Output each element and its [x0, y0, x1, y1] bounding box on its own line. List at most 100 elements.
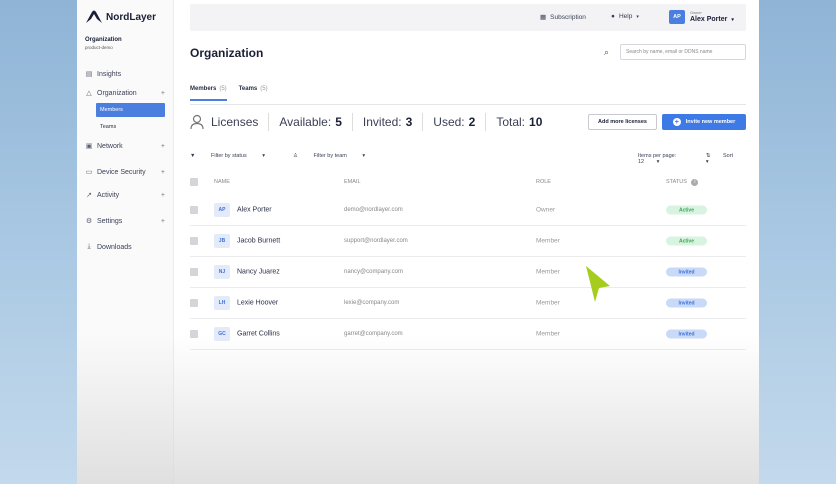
available-count: 5	[335, 115, 342, 129]
member-name[interactable]: Garret Collins	[237, 331, 280, 338]
tab-label: Teams	[238, 86, 258, 92]
avatar: GC	[214, 327, 230, 341]
divider	[485, 113, 487, 131]
filter-status-dropdown[interactable]: ▼ Filter by status ▾	[190, 153, 279, 159]
sort-label: Sort	[722, 153, 734, 159]
sidebar: NordLayer Organization product-demo ▤ In…	[77, 0, 174, 484]
chevron-down-icon: ▾	[656, 159, 660, 165]
chevron-down-icon: ▾	[731, 17, 734, 23]
user-icon	[190, 114, 204, 130]
member-name[interactable]: Jacob Burnett	[237, 238, 280, 245]
table-controls: Items per page: 12 ▾ ⇅ Sort ▾	[638, 153, 759, 165]
row-checkbox[interactable]	[190, 268, 198, 276]
row-checkbox[interactable]	[190, 330, 198, 338]
expand-icon[interactable]: +	[161, 90, 165, 97]
top-bar: ▦ Subscription ● Help ▾ AP Owner Alex Po…	[190, 4, 746, 31]
items-per-page-dropdown[interactable]: Items per page: 12 ▾	[638, 153, 695, 165]
row-checkbox[interactable]	[190, 206, 198, 214]
invite-member-button[interactable]: + Invite new member	[662, 114, 746, 130]
column-header-name[interactable]: NAME	[214, 179, 230, 185]
help-menu[interactable]: ● Help ▾	[611, 13, 639, 20]
table-row[interactable]: JB Jacob Burnett support@nordlayer.com M…	[190, 226, 746, 257]
expand-icon[interactable]: +	[161, 218, 165, 225]
chart-icon: ▤	[85, 71, 93, 78]
tab-teams[interactable]: Teams (5)	[239, 86, 268, 101]
sidebar-item-insights[interactable]: ▤ Insights	[77, 68, 174, 80]
table-row[interactable]: AP Alex Porter demo@nordlayer.com Owner …	[190, 195, 746, 226]
member-email: garret@company.com	[344, 331, 403, 337]
member-role: Owner	[536, 206, 556, 214]
team-icon: ♙	[293, 153, 298, 159]
brand-logo[interactable]: NordLayer	[85, 10, 156, 24]
column-header-status[interactable]: STATUS i	[666, 179, 699, 186]
sidebar-item-label: Device Security	[97, 168, 146, 176]
sidebar-item-activity[interactable]: ↗ Activity +	[77, 189, 174, 201]
column-header-email[interactable]: EMAIL	[344, 179, 361, 185]
sidebar-item-device-security[interactable]: ▭ Device Security +	[77, 166, 174, 178]
owner-role-label: Owner	[690, 10, 702, 15]
sidebar-item-settings[interactable]: ⚙ Settings +	[77, 215, 174, 227]
divider	[422, 113, 424, 131]
sidebar-item-downloads[interactable]: ⤓ Downloads	[77, 241, 174, 253]
network-icon: ▣	[85, 143, 93, 150]
subscription-label: Subscription	[550, 13, 586, 21]
sidebar-item-organization[interactable]: △ Organization +	[77, 87, 174, 99]
table-row[interactable]: NJ Nancy Juarez nancy@company.com Member…	[190, 257, 746, 288]
add-licenses-button[interactable]: Add more licenses	[588, 114, 657, 130]
subscription-icon: ▦	[540, 14, 547, 21]
sidebar-item-label: Organization	[97, 89, 137, 97]
subscription-link[interactable]: ▦ Subscription	[540, 13, 586, 22]
user-menu[interactable]: Alex Porter ▾	[690, 16, 734, 23]
avatar: AP	[214, 203, 230, 217]
total-count: 10	[529, 115, 543, 129]
status-badge: Active	[666, 205, 707, 215]
tab-members[interactable]: Members (5)	[190, 86, 227, 101]
avatar: LH	[214, 296, 230, 310]
table-row[interactable]: GC Garret Collins garret@company.com Mem…	[190, 319, 746, 350]
divider	[268, 113, 270, 131]
chevron-down-icon: ▾	[362, 153, 366, 159]
expand-icon[interactable]: +	[161, 169, 165, 176]
nordlayer-logo-icon	[86, 10, 102, 23]
used-count: 2	[468, 115, 476, 129]
table-header: NAME EMAIL ROLE STATUS i	[190, 176, 746, 190]
status-badge: Invited	[666, 298, 707, 308]
row-checkbox[interactable]	[190, 299, 198, 307]
search-input[interactable]: Search by name, email or DDNS name	[620, 44, 746, 60]
gear-icon: ⚙	[85, 218, 93, 225]
filter-team-dropdown[interactable]: ♙ Filter by team ▾	[293, 153, 379, 159]
sidebar-subitem-members[interactable]: Members	[96, 103, 165, 117]
column-header-role[interactable]: ROLE	[536, 179, 551, 185]
row-checkbox[interactable]	[190, 237, 198, 245]
org-name: Organization	[85, 37, 122, 43]
sidebar-subitem-teams[interactable]: Teams	[96, 120, 174, 134]
page-title: Organization	[190, 46, 264, 60]
member-email: demo@nordlayer.com	[344, 207, 403, 213]
app-window: NordLayer Organization product-demo ▤ In…	[77, 0, 759, 484]
table-row[interactable]: LH Lexie Hoover lexie@company.com Member…	[190, 288, 746, 319]
download-icon: ⤓	[87, 243, 91, 250]
sidebar-item-label: Downloads	[97, 243, 132, 251]
status-badge: Invited	[666, 329, 707, 339]
member-name[interactable]: Nancy Juarez	[237, 269, 280, 276]
member-role: Member	[536, 268, 560, 276]
select-all-checkbox[interactable]	[190, 178, 198, 186]
tabs: Members (5) Teams (5)	[190, 86, 280, 101]
member-name[interactable]: Alex Porter	[237, 207, 272, 214]
column-header-status-label: STATUS	[666, 179, 687, 185]
sidebar-item-network[interactable]: ▣ Network +	[77, 140, 174, 152]
sidebar-nav: ▤ Insights △ Organization + Members Team…	[77, 68, 174, 253]
sidebar-item-label: Activity	[97, 191, 120, 199]
search-icon[interactable]: ⌕	[604, 47, 609, 58]
sidebar-item-label: Settings	[97, 217, 123, 225]
sort-dropdown[interactable]: ⇅ Sort ▾	[706, 153, 748, 165]
expand-icon[interactable]: +	[161, 143, 165, 150]
available-label: Available:	[279, 115, 332, 129]
member-name[interactable]: Lexie Hoover	[237, 300, 278, 307]
filter-status-label: Filter by status	[210, 153, 247, 159]
chevron-down-icon: ▾	[636, 13, 639, 20]
avatar[interactable]: AP	[669, 10, 685, 24]
org-subtitle: product-demo	[85, 45, 113, 50]
search-placeholder: Search by name, email or DDNS name	[626, 49, 713, 55]
expand-icon[interactable]: +	[161, 192, 165, 199]
